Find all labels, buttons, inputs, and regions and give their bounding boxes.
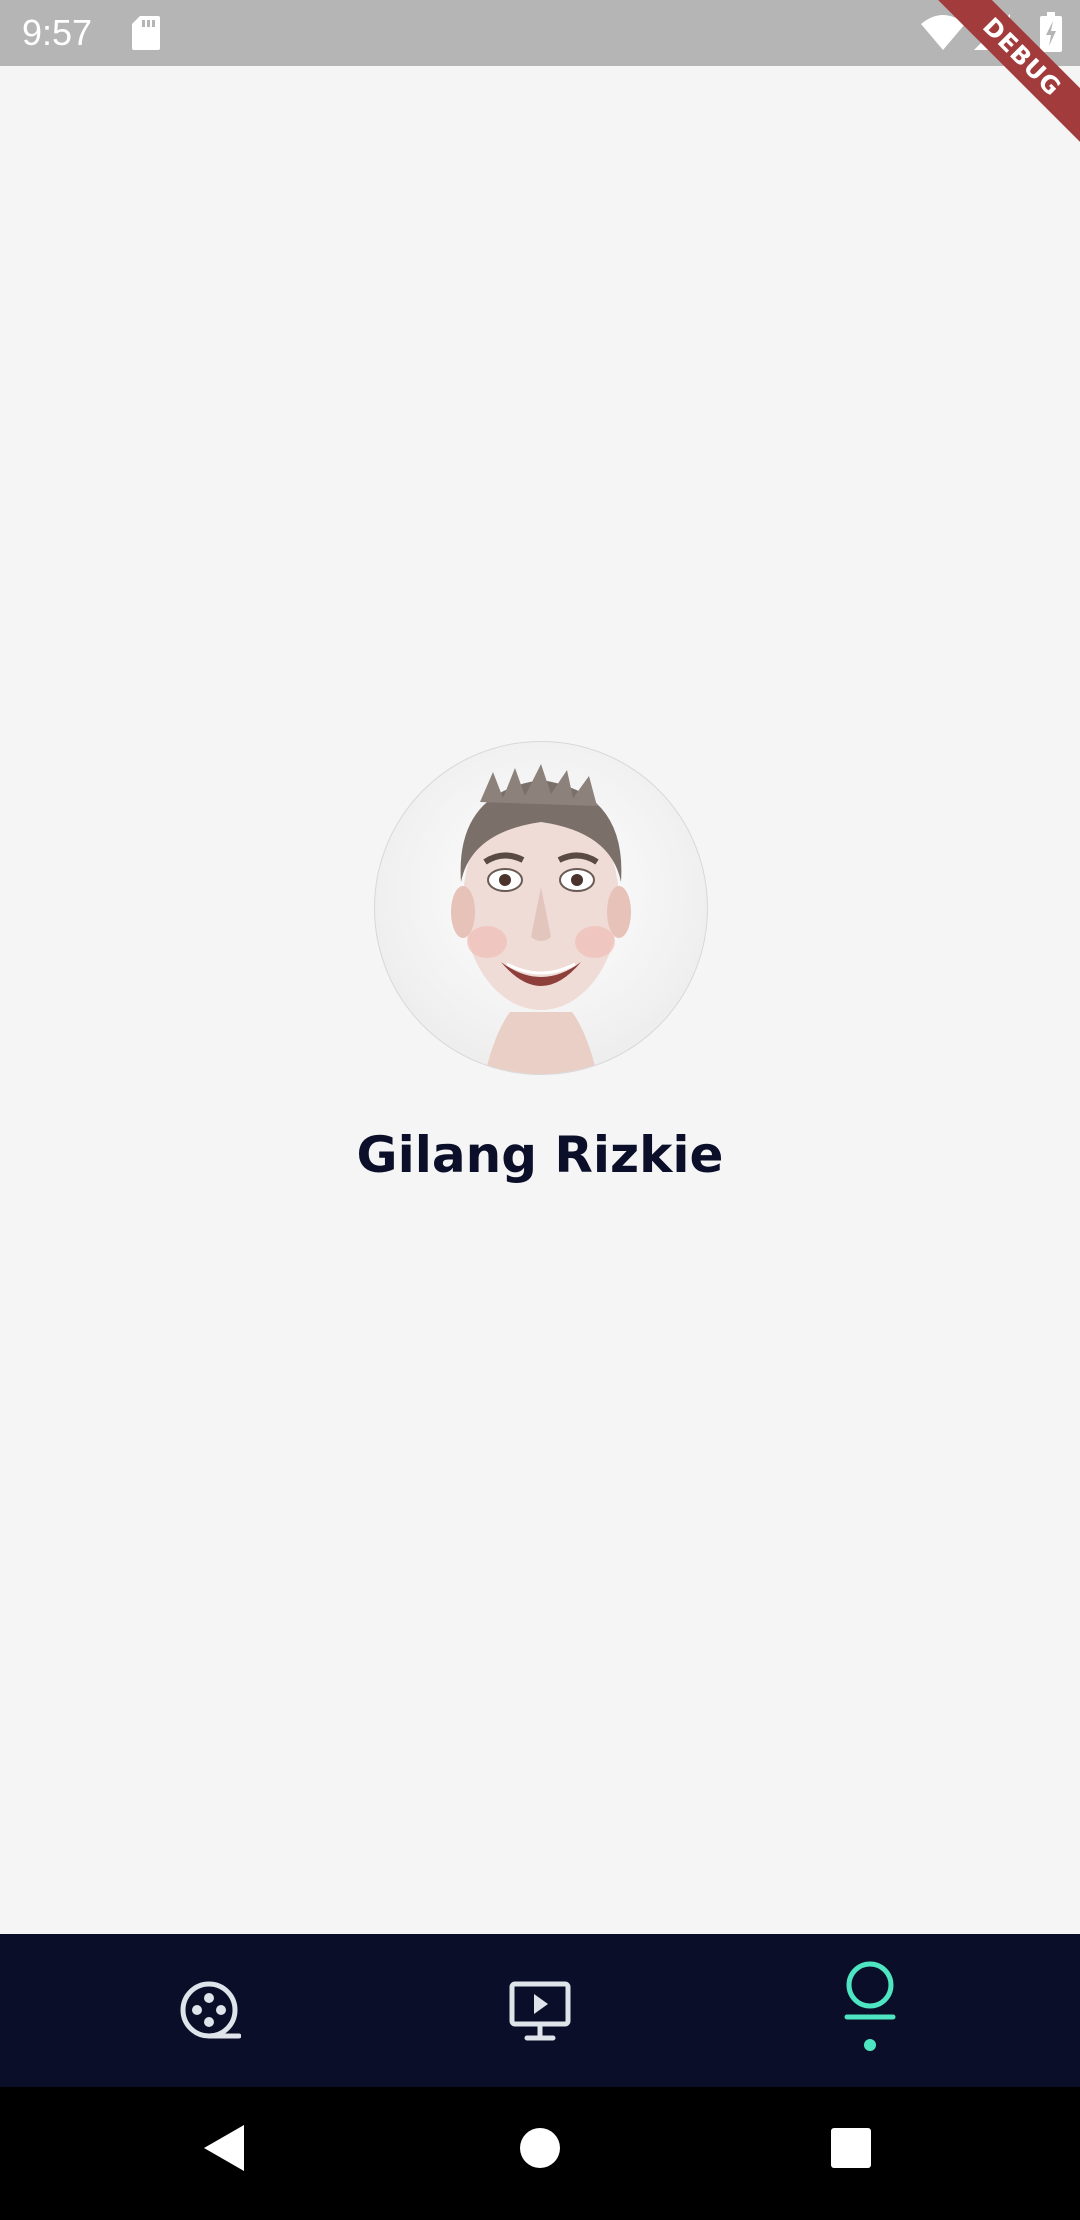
active-indicator-dot xyxy=(864,2038,876,2051)
nav-item-movies[interactable] xyxy=(30,1934,390,2087)
home-icon[interactable] xyxy=(517,2123,563,2177)
profile-avatar xyxy=(374,741,708,1075)
film-reel-icon xyxy=(180,1981,241,2038)
sd-card-icon xyxy=(132,16,160,54)
battery-charging-icon xyxy=(1040,12,1062,56)
signal-icon xyxy=(972,12,1012,56)
back-icon[interactable] xyxy=(200,2123,246,2177)
nav-item-tv[interactable] xyxy=(360,1934,720,2087)
profile-name: Gilang Rizkie xyxy=(356,1126,724,1184)
wifi-icon xyxy=(920,12,966,56)
system-navigation-bar xyxy=(0,2087,1080,2220)
nav-item-profile[interactable] xyxy=(690,1934,1050,2087)
bottom-navigation-bar xyxy=(0,1934,1080,2087)
tv-play-icon xyxy=(509,1981,571,2040)
recents-icon[interactable] xyxy=(828,2123,874,2177)
status-bar: 9:57 xyxy=(0,0,1080,66)
avatar-face-image xyxy=(451,764,631,1074)
status-time: 9:57 xyxy=(22,12,93,53)
profile-icon xyxy=(844,1961,896,2051)
